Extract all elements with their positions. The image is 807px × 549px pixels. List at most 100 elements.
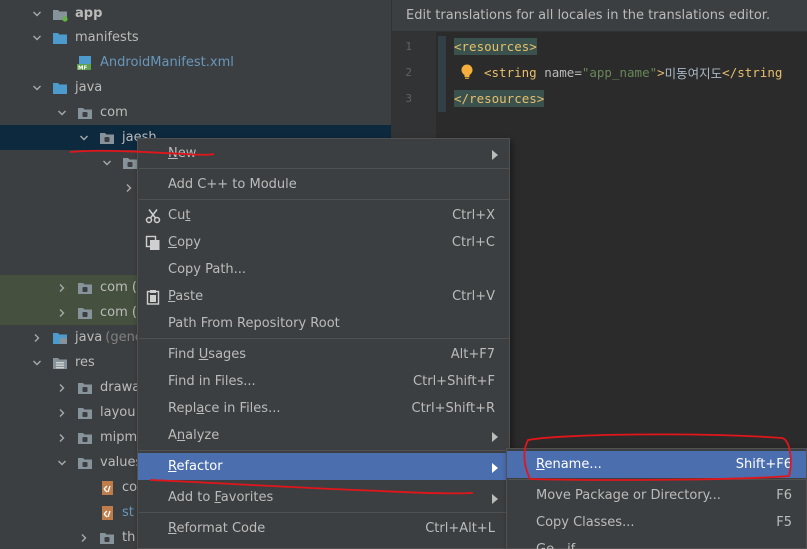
chevron-down-icon[interactable] — [30, 356, 44, 370]
tree-item-label: java — [75, 330, 103, 345]
xml-attr-eq: = — [574, 64, 582, 80]
menu-item-reformat-code[interactable]: Reformat Code Ctrl+Alt+L — [138, 515, 509, 542]
tree-item-androidmanifest-xml[interactable]: MF AndroidManifest.xml — [0, 50, 391, 75]
clipboard-icon — [145, 289, 161, 305]
chevron-down-icon[interactable] — [77, 131, 91, 145]
xml-attr-name: name — [544, 64, 575, 80]
menu-separator — [139, 512, 510, 513]
folder-icon-blue — [52, 80, 68, 96]
module-icon — [52, 6, 68, 22]
menu-item-label: Find in Files... — [168, 374, 256, 389]
menu-label-part: Add to — [168, 490, 215, 505]
fold-region-marker — [438, 36, 446, 112]
chevron-down-icon[interactable] — [55, 106, 69, 120]
menu-label-mnemonic: U — [198, 347, 209, 362]
menu-item-cut[interactable]: Cut Ctrl+X — [138, 202, 509, 229]
package-icon — [77, 455, 93, 471]
folder-icon-blue — [52, 30, 68, 46]
menu-item-paste[interactable]: Paste Ctrl+V — [138, 283, 509, 310]
menu-item-find-in-files[interactable]: Find in Files... Ctrl+Shift+F — [138, 368, 509, 395]
menu-item-add-to-favorites[interactable]: Add to Favorites — [138, 484, 509, 511]
submenu-item-rename[interactable]: Rename... Shift+F6 — [507, 451, 806, 478]
line-number: 1 — [405, 40, 412, 53]
tree-item-manifests[interactable]: manifests — [0, 25, 391, 50]
tree-item-label: manifests — [75, 30, 139, 45]
menu-item-replace-in-files[interactable]: Replace in Files... Ctrl+Shift+R — [138, 395, 509, 422]
menu-item-shortcut: F5 — [776, 515, 792, 530]
translations-editor-banner[interactable]: Edit translations for all locales in the… — [392, 0, 807, 32]
menu-label-mnemonic: C — [168, 235, 178, 250]
submenu-arrow-icon — [491, 462, 499, 473]
submenu-item-copy-classes[interactable]: Copy Classes... F5 — [507, 509, 806, 536]
code-line-3[interactable]: </resources> — [454, 87, 545, 109]
menu-item-label: Copy — [168, 235, 201, 250]
menu-item-copy[interactable]: Copy Ctrl+C — [138, 229, 509, 256]
chevron-right-icon[interactable] — [55, 431, 69, 445]
chevron-right-icon[interactable] — [55, 381, 69, 395]
menu-label-part: Find — [168, 347, 199, 362]
menu-item-label: New — [168, 146, 196, 161]
line-number: 2 — [405, 66, 412, 79]
tree-item-label: java — [75, 80, 103, 95]
package-icon — [122, 155, 138, 171]
submenu-item-move-package-or-directory[interactable]: Move Package or Directory... F6 — [507, 482, 806, 509]
menu-label-part: eformat Code — [176, 521, 266, 536]
menu-label-part: ew — [177, 146, 197, 161]
manifest-file-icon: MF — [77, 55, 93, 71]
submenu-arrow-icon — [491, 493, 499, 504]
menu-item-new[interactable]: New — [138, 140, 509, 167]
menu-label-part: alyze — [185, 428, 220, 443]
menu-label-mnemonic: N — [168, 146, 178, 161]
tree-item-label: com — [100, 105, 128, 120]
chevron-right-icon[interactable] — [30, 331, 44, 345]
chevron-right-icon[interactable] — [77, 531, 91, 545]
menu-item-shortcut: Ctrl+Alt+L — [425, 521, 495, 536]
xml-close-tag: </resources> — [454, 89, 545, 107]
menu-item-copy-path[interactable]: Copy Path... — [138, 256, 509, 283]
tree-item-label: res — [75, 355, 95, 370]
menu-item-label: Refactor — [168, 459, 223, 474]
tree-item-java[interactable]: java — [0, 75, 391, 100]
menu-item-shortcut: Ctrl+Shift+F — [413, 374, 495, 389]
menu-label-part: Repl — [168, 401, 197, 416]
tree-item-label: st — [122, 505, 134, 520]
menu-label-part: efactor — [176, 459, 223, 474]
chevron-right-icon[interactable] — [55, 406, 69, 420]
chevron-down-icon[interactable] — [100, 156, 114, 170]
menu-item-shortcut: Ctrl+C — [451, 235, 495, 250]
menu-label-part: sages — [208, 347, 247, 362]
chevron-down-icon[interactable] — [55, 456, 69, 470]
chevron-down-icon[interactable] — [30, 31, 44, 45]
chevron-right-icon[interactable] — [55, 306, 69, 320]
tree-item-label: mipm — [100, 430, 138, 445]
menu-item-analyze[interactable]: Analyze — [138, 422, 509, 449]
menu-item-shortcut: Ctrl+Shift+R — [411, 401, 496, 416]
menu-item-add-c++-to-module[interactable]: Add C++ to Module — [138, 171, 509, 198]
lightbulb-icon[interactable] — [460, 64, 474, 80]
code-line-1[interactable]: <resources> — [454, 35, 537, 57]
chevron-down-icon[interactable] — [30, 7, 44, 21]
menu-item-find-usages[interactable]: Find Usages Alt+F7 — [138, 341, 509, 368]
menu-label-part: ce in Files... — [204, 401, 281, 416]
chevron-right-icon[interactable] — [122, 181, 136, 195]
values-file-icon — [99, 505, 115, 521]
menu-separator — [139, 168, 510, 169]
package-icon — [77, 305, 93, 321]
tree-arrow-placeholder — [55, 56, 69, 70]
chevron-down-icon[interactable] — [30, 81, 44, 95]
menu-item-label: Analyze — [168, 428, 219, 443]
menu-item-path-from-repository-root[interactable]: Path From Repository Root — [138, 310, 509, 337]
package-icon — [77, 380, 93, 396]
xml-attr-value: "app_name" — [581, 64, 658, 80]
submenu-item-geif[interactable]: Ge…if — [507, 536, 806, 549]
xml-tag-close: > — [657, 64, 665, 80]
tree-item-com[interactable]: com — [0, 100, 391, 125]
code-line-2[interactable]: <string name = "app_name" > 미동여지도 </string — [460, 61, 782, 83]
tree-item-app[interactable]: app — [0, 1, 391, 26]
chevron-right-icon[interactable] — [55, 281, 69, 295]
package-icon — [77, 405, 93, 421]
menu-item-refactor[interactable]: Refactor — [138, 453, 509, 480]
xml-end-tag: </string — [722, 64, 783, 80]
package-icon — [77, 430, 93, 446]
tree-item-label: layou — [100, 405, 136, 420]
